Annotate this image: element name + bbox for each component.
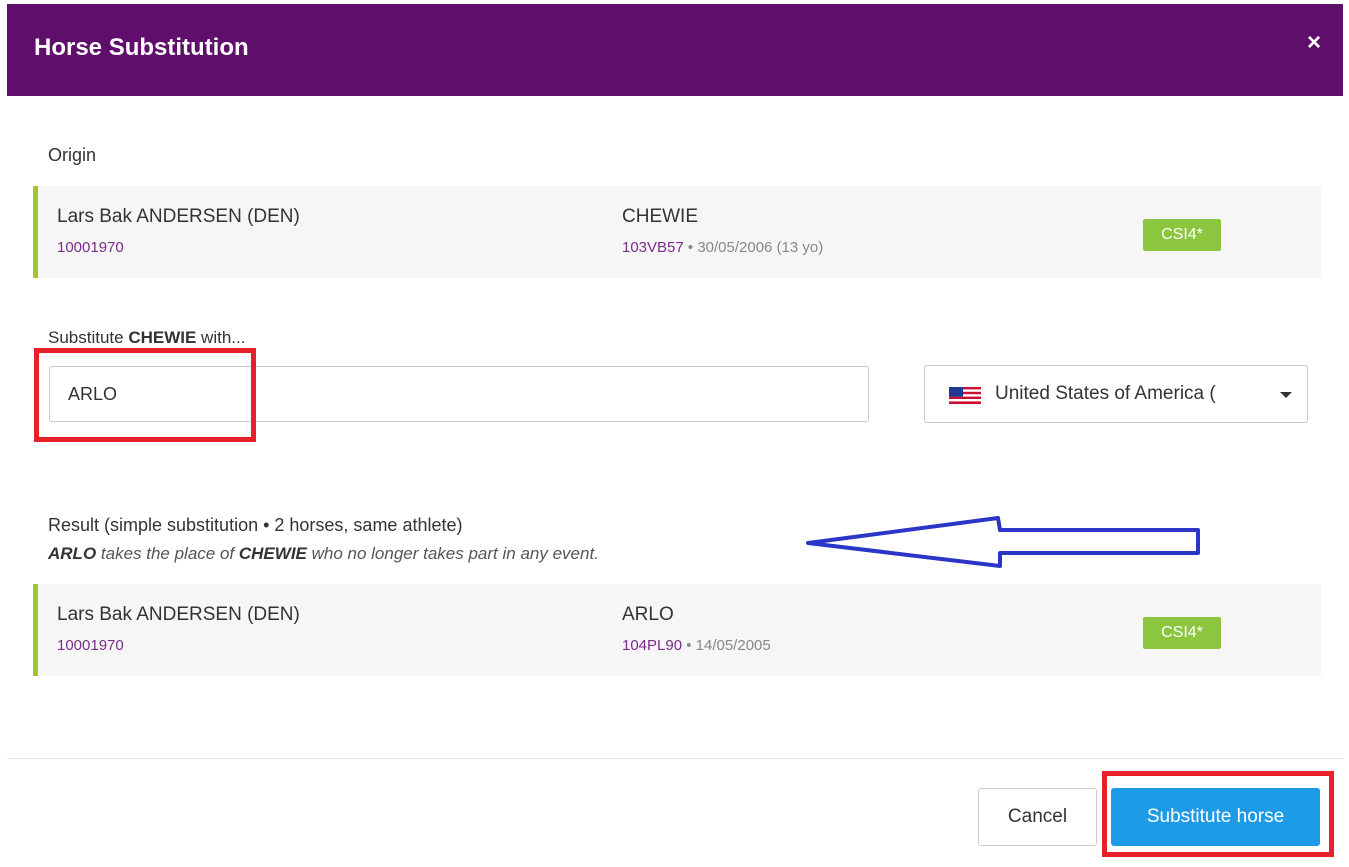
annotation-highlight-submit (1102, 771, 1334, 857)
result-horse-name: ARLO (622, 604, 674, 625)
result-title: Result (simple substitution • 2 horses, … (48, 515, 463, 535)
origin-horse-name: CHEWIE (622, 206, 698, 227)
dialog-header: Horse Substitution × (7, 4, 1343, 96)
origin-horse-id[interactable]: 103VB57 (622, 239, 684, 256)
origin-athlete-id[interactable]: 10001970 (57, 239, 124, 256)
result-horse-id[interactable]: 104PL90 (622, 637, 682, 654)
substitute-label-horse: CHEWIE (128, 328, 197, 347)
us-flag-icon (949, 387, 981, 404)
origin-horse-meta: 103VB57 • 30/05/2006 (13 yo) (622, 239, 823, 256)
result-horse-details: • 14/05/2005 (682, 637, 771, 654)
substitute-label: Substitute CHEWIE with... (48, 328, 245, 348)
result-desc-end: who no longer takes part in any event. (306, 544, 599, 563)
result-desc-mid: takes the place of (96, 544, 239, 563)
substitute-label-suffix: with... (196, 328, 246, 347)
origin-label: Origin (48, 145, 97, 165)
annotation-highlight-input (34, 348, 256, 442)
annotation-arrow (806, 516, 1200, 568)
result-card: Lars Bak ANDERSEN (DEN) 10001970 ARLO 10… (33, 584, 1321, 676)
origin-event-badge: CSI4* (1143, 219, 1221, 251)
result-athlete-name: Lars Bak ANDERSEN (DEN) (57, 604, 300, 625)
result-description: ARLO takes the place of CHEWIE who no lo… (48, 544, 599, 564)
result-desc-new-horse: ARLO (48, 544, 97, 563)
origin-card: Lars Bak ANDERSEN (DEN) 10001970 CHEWIE … (33, 186, 1321, 278)
substitute-label-prefix: Substitute (48, 328, 129, 347)
origin-athlete-name: Lars Bak ANDERSEN (DEN) (57, 206, 300, 227)
result-desc-old-horse: CHEWIE (238, 544, 307, 563)
origin-horse-details: • 30/05/2006 (13 yo) (683, 239, 824, 256)
country-select[interactable]: United States of America ( (924, 365, 1308, 423)
dialog-title: Horse Substitution (34, 34, 249, 61)
close-icon[interactable]: × (1307, 31, 1321, 55)
country-select-value: United States of America ( (995, 383, 1216, 404)
result-horse-meta: 104PL90 • 14/05/2005 (622, 637, 771, 654)
cancel-button[interactable]: Cancel (978, 788, 1097, 846)
chevron-down-icon (1280, 392, 1292, 398)
result-athlete-id[interactable]: 10001970 (57, 637, 124, 654)
result-event-badge: CSI4* (1143, 617, 1221, 649)
